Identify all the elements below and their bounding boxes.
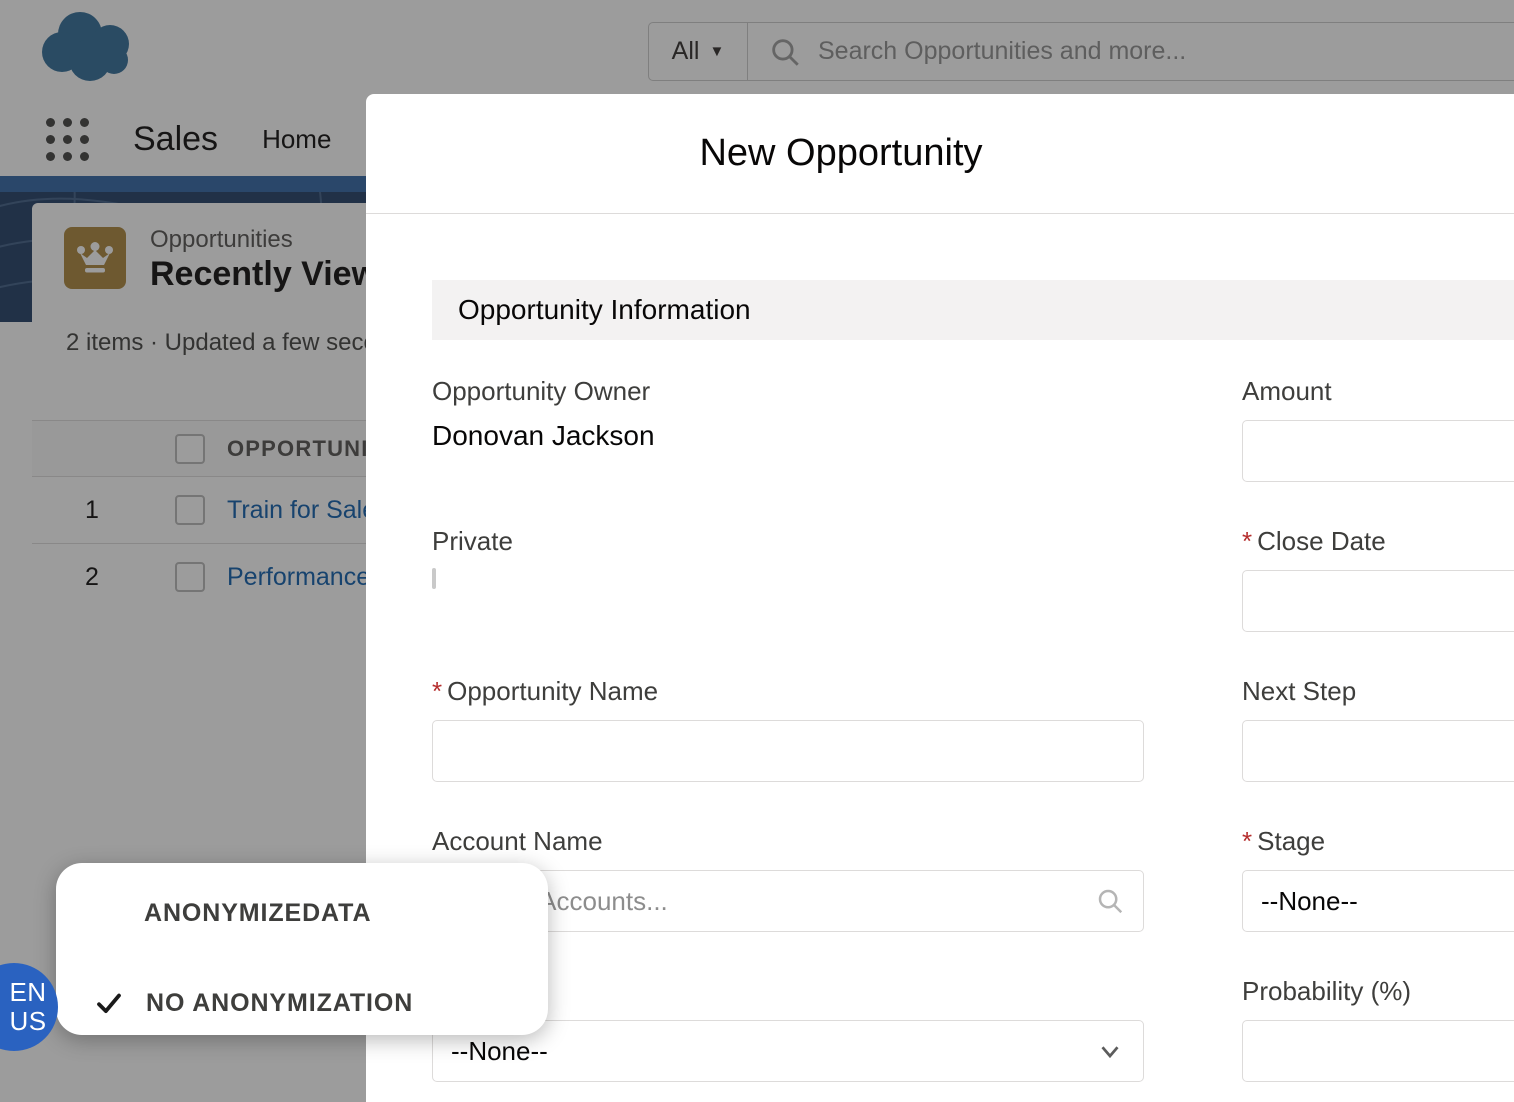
modal-header: New Opportunity — [366, 94, 1514, 214]
select-value: --None-- — [1261, 885, 1358, 916]
field-value-opportunity-owner: Donovan Jackson — [432, 420, 655, 451]
opportunity-name-input[interactable] — [432, 720, 1144, 782]
field-label: Amount — [1242, 376, 1332, 406]
field-label: * Close Date — [1242, 526, 1514, 557]
field-close-date: * Close Date — [1180, 526, 1514, 632]
field-label: Opportunity Owner — [432, 376, 651, 406]
popup-item-no-anonymization[interactable]: NO ANONYMIZATION — [56, 988, 548, 1018]
field-label-text: Opportunity Name — [447, 676, 659, 706]
required-marker: * — [1242, 526, 1253, 556]
field-label: * Opportunity Name — [432, 676, 1180, 707]
stage-select[interactable]: --None-- — [1242, 870, 1514, 932]
modal-title: New Opportunity — [699, 132, 983, 174]
field-private: Private — [432, 526, 1180, 632]
chevron-down-icon — [1095, 1036, 1125, 1066]
section-header-opportunity-information: Opportunity Information — [432, 280, 1514, 340]
required-marker: * — [432, 676, 443, 706]
next-step-input[interactable] — [1242, 720, 1514, 782]
field-label: Private — [432, 526, 513, 556]
field-amount: Amount — [1180, 376, 1514, 482]
field-label: Probability (%) — [1242, 976, 1412, 1006]
type-select[interactable]: --None-- — [432, 1020, 1144, 1082]
anonymize-data-popup: ANONYMIZEDATA NO ANONYMIZATION — [56, 863, 548, 1035]
field-label-text: Close Date — [1257, 526, 1386, 556]
probability-input[interactable] — [1242, 1020, 1514, 1082]
select-value: --None-- — [451, 1035, 548, 1066]
screen: All ▼ Search Opportunities and more... S… — [0, 0, 1514, 1102]
language-badge-line2: US — [9, 1006, 47, 1036]
field-label-text: Stage — [1257, 826, 1326, 856]
checkmark-icon — [94, 988, 124, 1018]
required-marker: * — [1242, 826, 1253, 856]
field-label: * Stage — [1242, 826, 1514, 857]
field-next-step: Next Step — [1180, 676, 1514, 782]
close-date-input[interactable] — [1242, 570, 1514, 632]
field-opportunity-owner: Opportunity Owner Donovan Jackson — [432, 376, 1180, 482]
language-badge-line1: EN — [9, 976, 47, 1007]
search-icon[interactable] — [1095, 886, 1125, 916]
section-title: Opportunity Information — [458, 294, 751, 325]
field-stage: * Stage --None-- — [1180, 826, 1514, 932]
popup-item-label: NO ANONYMIZATION — [146, 988, 414, 1017]
field-label: Account Name — [432, 826, 603, 856]
popup-header: ANONYMIZEDATA — [144, 899, 372, 927]
field-probability: Probability (%) — [1180, 976, 1514, 1082]
amount-input[interactable] — [1242, 420, 1514, 482]
field-label: Next Step — [1242, 676, 1357, 706]
field-opportunity-name: * Opportunity Name — [432, 676, 1180, 782]
private-checkbox[interactable] — [432, 568, 436, 589]
